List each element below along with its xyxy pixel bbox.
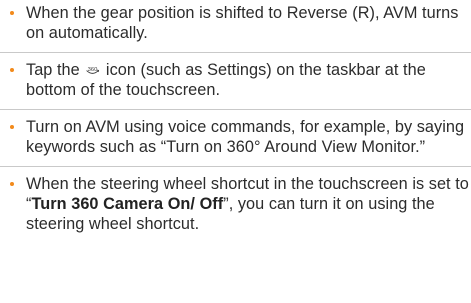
bullet-text: Turn on AVM using voice commands, for ex…: [26, 118, 465, 156]
bullet-text: When the gear position is shifted to Rev…: [26, 4, 459, 42]
shortcut-setting-name: Turn 360 Camera On/ Off: [31, 195, 224, 213]
bullet-dot: [10, 68, 14, 72]
list-item: When the gear position is shifted to Rev…: [0, 0, 471, 52]
bullet-dot: [10, 125, 14, 129]
list-item: Tap the 360 icon (such as Settings) on t…: [0, 52, 471, 109]
bullet-dot: [10, 182, 14, 186]
instruction-bullet-list: When the gear position is shifted to Rev…: [0, 0, 471, 234]
360-camera-icon: 360: [85, 65, 100, 76]
list-item: When the steering wheel shortcut in the …: [0, 166, 471, 234]
bullet-dot: [10, 11, 14, 15]
list-item: Turn on AVM using voice commands, for ex…: [0, 109, 471, 166]
bullet-text-before: Tap the: [26, 61, 85, 79]
